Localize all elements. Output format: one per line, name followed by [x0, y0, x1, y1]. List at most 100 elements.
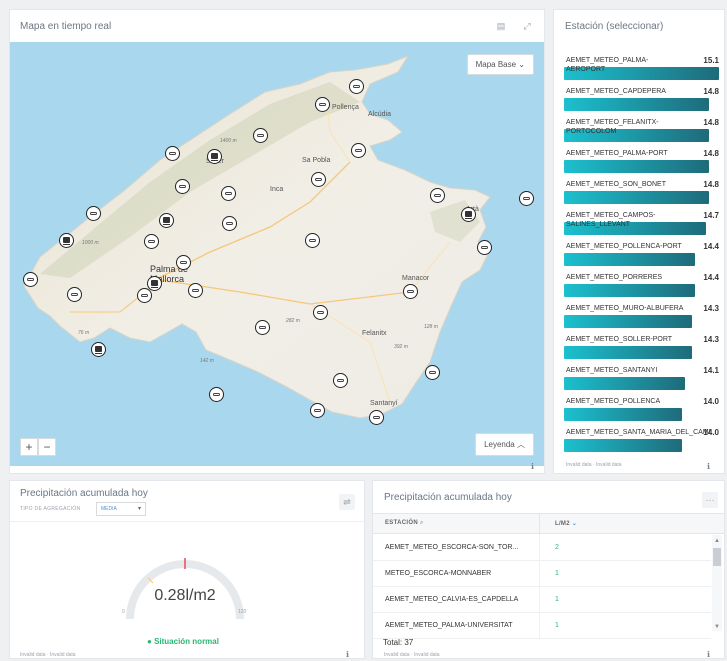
zoom-controls: + −: [20, 438, 56, 456]
station-value: 14.8: [703, 87, 719, 96]
table-cell-value: 1: [555, 622, 559, 629]
weather-station-marker[interactable]: [313, 305, 328, 320]
map-elevation: 76 m: [78, 330, 90, 336]
weather-station-marker[interactable]: [477, 240, 492, 255]
map-canvas[interactable]: Alcúdia Pollença Sa Pobla Sóller Inca Pa…: [10, 42, 544, 466]
table-scrollbar[interactable]: ▲ ▼: [712, 535, 722, 631]
station-value: 13.9: [703, 459, 719, 460]
map-label-alcudia: Alcúdia: [368, 111, 391, 118]
map-label-pollenca: Pollença: [332, 104, 359, 111]
station-row[interactable]: AEMET_METEO_PALMA-AEROPORT 15.1: [564, 52, 719, 83]
weather-station-marker[interactable]: [310, 403, 325, 418]
weather-station-marker[interactable]: [86, 206, 101, 221]
table-row[interactable]: METEO_ESCORCA-MONNABER 1: [373, 561, 711, 587]
station-cluster-icon[interactable]: [147, 276, 162, 291]
weather-station-marker[interactable]: [137, 288, 152, 303]
station-row[interactable]: AEMET_METEO_FELANITX-PORTOCOLOM 14.8: [564, 114, 719, 145]
station-panel: Estación (seleccionar) AEMET_METEO_PALMA…: [553, 9, 725, 474]
table-view-icon[interactable]: ▤: [493, 18, 509, 34]
station-row[interactable]: AEMET_METEO_PORRERES 14.4: [564, 269, 719, 300]
info-icon[interactable]: ℹ: [531, 462, 534, 471]
station-row[interactable]: AEMET_METEO_SON_BONET 14.8: [564, 176, 719, 207]
weather-station-marker[interactable]: [165, 146, 180, 161]
weather-station-marker[interactable]: [23, 272, 38, 287]
invalid-data-note: Invalid data · Invalid data: [20, 652, 76, 658]
weather-station-marker[interactable]: [333, 373, 348, 388]
more-options-icon[interactable]: ···: [702, 492, 718, 508]
weather-station-marker[interactable]: [221, 186, 236, 201]
station-value: 14.8: [703, 180, 719, 189]
weather-station-marker[interactable]: [67, 287, 82, 302]
map-elevation: 128 m: [424, 324, 438, 330]
table-cell-station: METEO_ESCORCA-MONNABER: [385, 570, 492, 577]
station-bar: [564, 160, 709, 173]
weather-station-marker[interactable]: [144, 234, 159, 249]
status-indicator: ● Situación normal: [147, 637, 219, 646]
station-cluster-icon[interactable]: [159, 213, 174, 228]
station-row[interactable]: AEMET_METEO_CAMPOS-SALINES_LLEVANT 14.7: [564, 207, 719, 238]
info-icon[interactable]: ℹ: [346, 650, 349, 659]
weather-station-marker[interactable]: [176, 255, 191, 270]
station-row[interactable]: AEMET_METEO_MURO-ALBUFERA 14.3: [564, 300, 719, 331]
station-row[interactable]: AEMET_METEO_SOLLER-PORT 14.3: [564, 331, 719, 362]
map-elevation: 392 m: [394, 344, 408, 350]
basemap-dropdown[interactable]: Mapa Base ⌄: [466, 54, 534, 75]
weather-station-marker[interactable]: [311, 172, 326, 187]
station-cluster-icon[interactable]: [59, 233, 74, 248]
invalid-data-note: Invalid data · Invalid data: [566, 462, 622, 468]
weather-station-marker[interactable]: [519, 191, 534, 206]
table-row[interactable]: AEMET_METEO_ESCORCA-SON_TOR... 2: [373, 535, 711, 561]
station-name: AEMET_METEO_FELANITX-PORTOCOLOM: [566, 119, 659, 135]
weather-station-marker[interactable]: [253, 128, 268, 143]
legend-button[interactable]: Leyenda ︿: [475, 433, 534, 456]
zoom-out-button[interactable]: −: [38, 438, 56, 456]
station-row[interactable]: AEMET_METEO_SANTA_MARIA_DEL_CAMI 14.0: [564, 424, 719, 455]
weather-station-marker[interactable]: [222, 216, 237, 231]
search-icon: ⌕: [419, 520, 424, 526]
station-row[interactable]: AEMET_METEO_CAPDEPERA 14.8: [564, 83, 719, 114]
weather-station-marker[interactable]: [403, 284, 418, 299]
svg-text:▲: ▲: [714, 538, 720, 544]
station-list[interactable]: AEMET_METEO_PALMA-AEROPORT 15.1 AEMET_METE…: [564, 52, 719, 460]
table-row[interactable]: AEMET_METEO_PALMA-UNIVERSITAT 1: [373, 613, 711, 639]
weather-station-marker[interactable]: [315, 97, 330, 112]
info-icon[interactable]: ℹ: [707, 650, 710, 659]
station-bar: [564, 377, 686, 390]
table-row[interactable]: AEMET_METEO_CALVIA-ES_CAPDELLA 1: [373, 587, 711, 613]
weather-station-marker[interactable]: [188, 283, 203, 298]
weather-station-marker[interactable]: [255, 320, 270, 335]
station-row[interactable]: AEMET_METEO_POLLENCA 14.0: [564, 393, 719, 424]
station-bar: [564, 98, 709, 111]
expand-icon[interactable]: ⤢: [519, 18, 535, 34]
weather-station-marker[interactable]: [209, 387, 224, 402]
weather-station-marker[interactable]: [175, 179, 190, 194]
weather-station-marker[interactable]: [351, 143, 366, 158]
weather-station-marker[interactable]: [369, 410, 384, 425]
aggregation-select[interactable]: MEDIA ▾: [96, 502, 146, 516]
weather-station-marker[interactable]: [425, 365, 440, 380]
station-value: 14.3: [703, 304, 719, 313]
gauge-max: 120: [238, 609, 247, 615]
station-value: 14.8: [703, 149, 719, 158]
info-icon[interactable]: ℹ: [707, 462, 710, 471]
station-row[interactable]: AEMET_METEO_POLLENCA-PORT 14.4: [564, 238, 719, 269]
station-cluster-icon[interactable]: [91, 342, 106, 357]
station-name: AEMET_METEO_PALMA-AEROPORT: [566, 57, 649, 73]
station-value: 14.1: [703, 366, 719, 375]
weather-station-marker[interactable]: [349, 79, 364, 94]
weather-station-marker[interactable]: [430, 188, 445, 203]
column-header-value[interactable]: L/M2 ⌄: [555, 520, 577, 527]
station-row[interactable]: AEMET_METEO_CALVIA- 13.9: [564, 455, 719, 460]
zoom-in-button[interactable]: +: [20, 438, 38, 456]
station-name: AEMET_METEO_SON_BONET: [566, 181, 666, 188]
table-cell-station: AEMET_METEO_CALVIA-ES_CAPDELLA: [385, 596, 519, 603]
column-header-station[interactable]: ESTACIÓN ⌕: [385, 520, 424, 527]
station-row[interactable]: AEMET_METEO_PALMA-PORT 14.8: [564, 145, 719, 176]
station-cluster-icon[interactable]: [461, 207, 476, 222]
weather-station-marker[interactable]: [305, 233, 320, 248]
station-bar: [564, 284, 696, 297]
station-name: AEMET_METEO_SOLLER-PORT: [566, 336, 673, 343]
station-cluster-icon[interactable]: [207, 149, 222, 164]
station-row[interactable]: AEMET_METEO_SANTANYI 14.1: [564, 362, 719, 393]
settings-icon[interactable]: ⇌: [339, 494, 355, 510]
